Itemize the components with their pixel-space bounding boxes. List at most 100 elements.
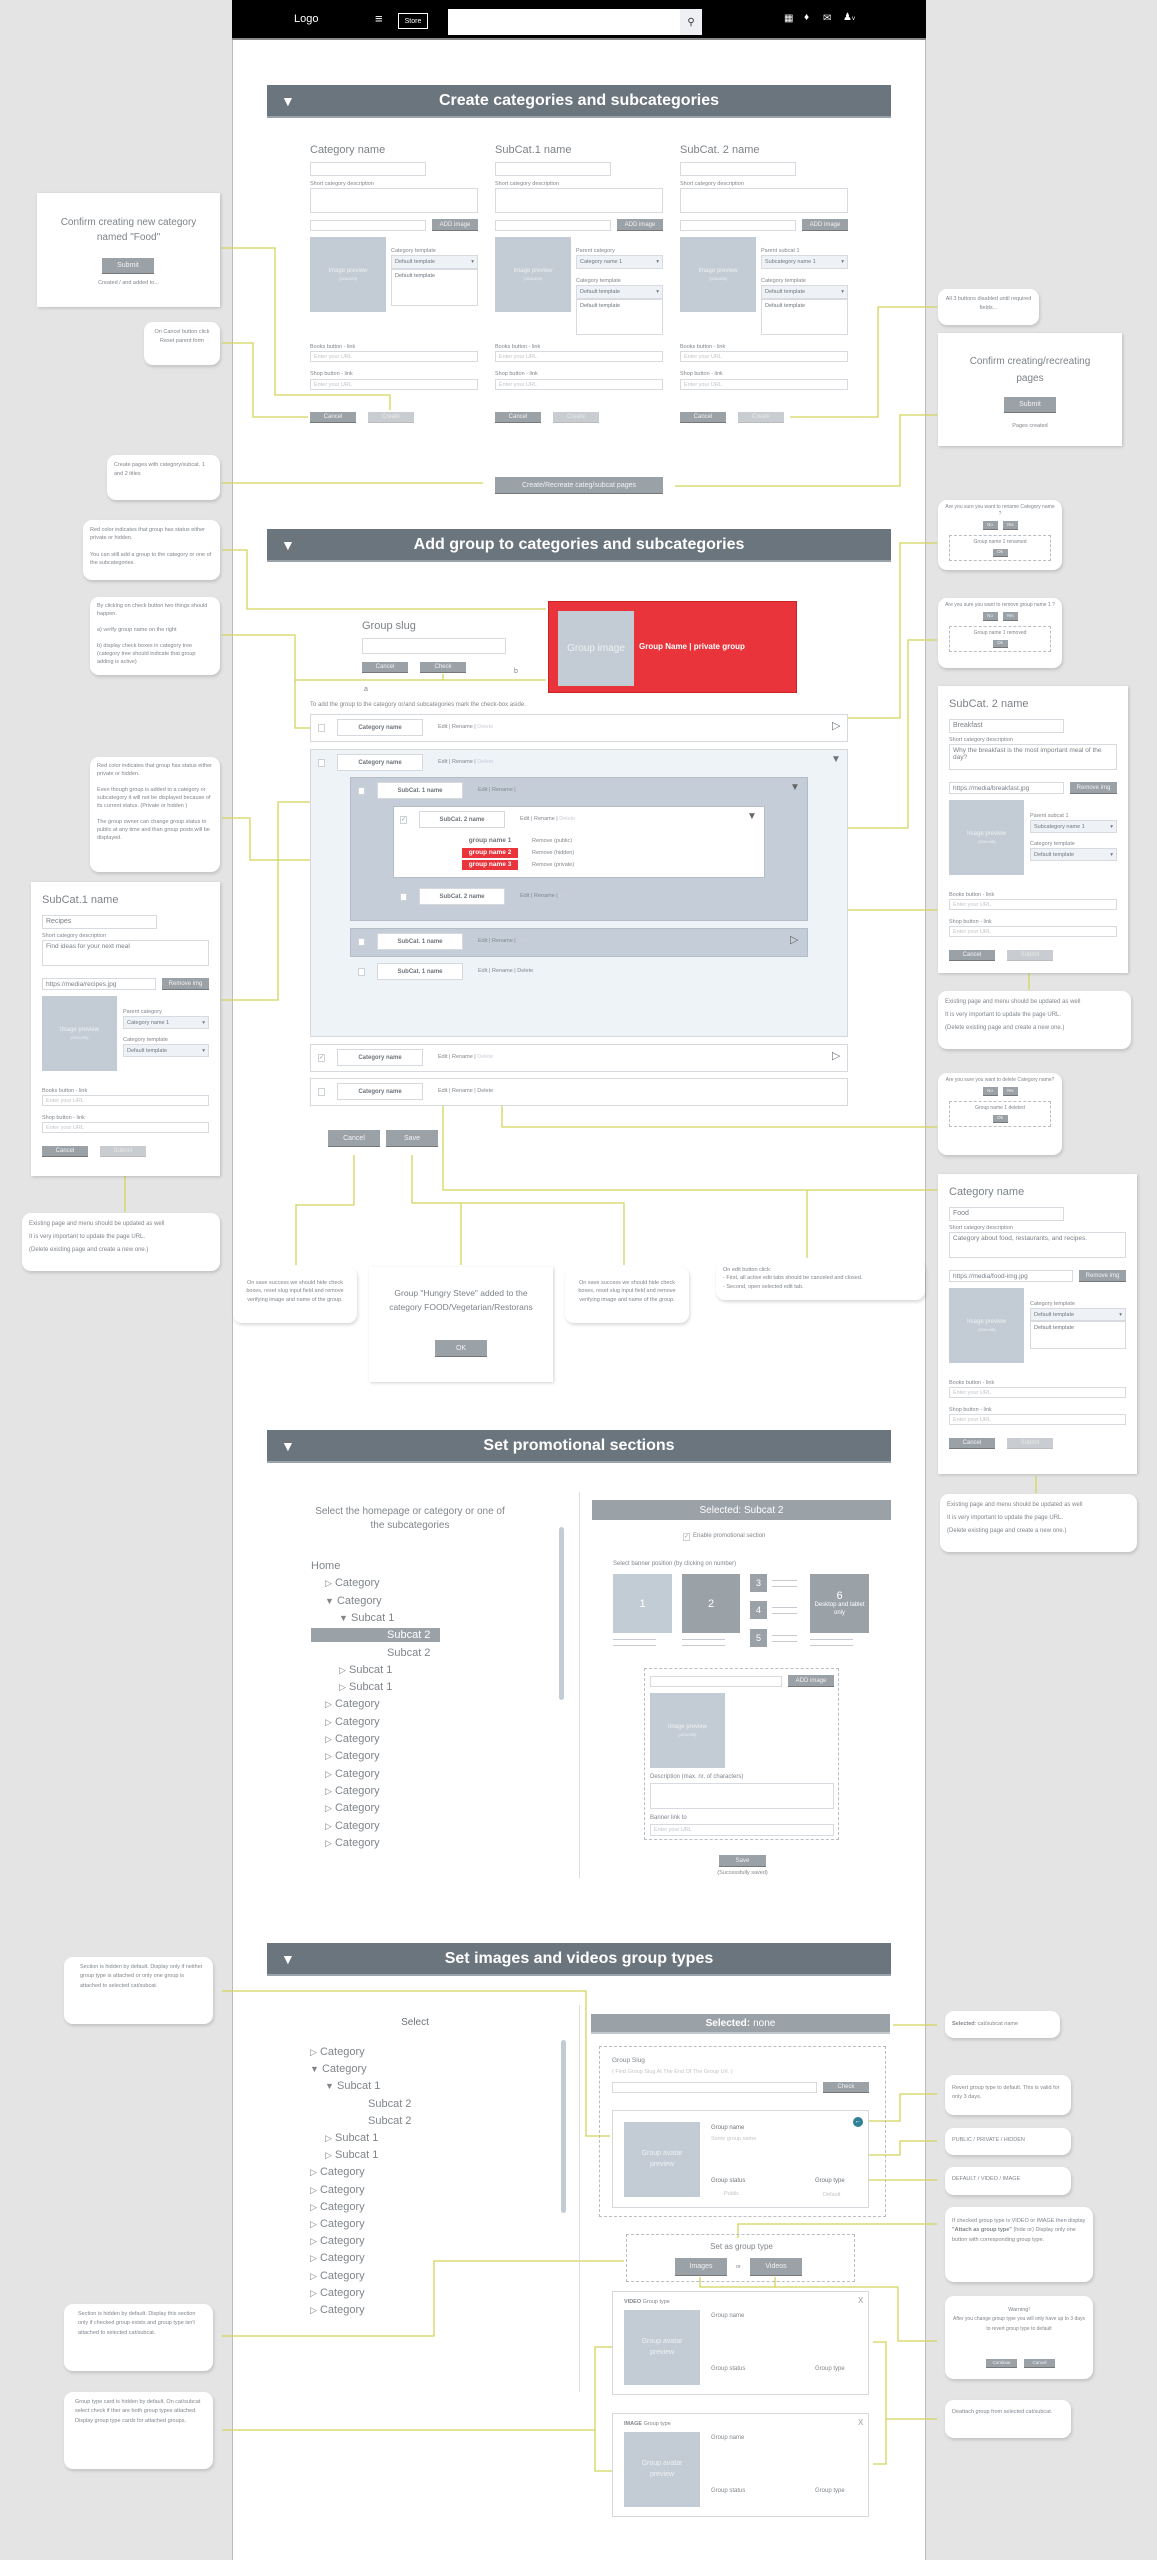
books-link-input[interactable]: Enter your URL [949,899,1117,910]
tree-item[interactable]: ▼ Category [325,1595,382,1607]
shop-link-input[interactable]: Enter your URL [310,379,478,390]
expand-triangle-icon[interactable]: ▷ [325,1751,332,1761]
remove-image-button[interactable]: Remove img [162,978,209,990]
submit-button[interactable]: Submit [1007,1438,1053,1449]
tree-item[interactable]: ▷ Subcat 1 [339,1681,392,1693]
yes-button[interactable]: Yes [1002,521,1018,530]
scrollbar[interactable] [559,1527,564,1700]
expand-triangle-icon[interactable]: ▷ [325,1821,332,1831]
expand-triangle-icon[interactable]: ▷ [325,1578,332,1588]
rename-link[interactable]: Rename [534,816,555,822]
row-checkbox[interactable] [358,968,365,976]
expand-triangle-icon[interactable]: ▷ [310,2219,317,2229]
tree-item[interactable]: ▷ Category [310,2046,365,2058]
create-button[interactable]: Create [368,412,414,423]
row-checkbox[interactable] [358,787,365,795]
books-link-input[interactable]: Enter your URL [310,351,478,362]
create-button[interactable]: Create [553,412,599,423]
tree-item[interactable]: ▼ Subcat 1 [325,2080,380,2092]
expand-triangle-icon[interactable]: ▷ [325,1786,332,1796]
tree-item[interactable]: ▷ Category [325,1837,380,1849]
expand-triangle-icon[interactable]: ▷ [325,1699,332,1709]
enable-promo-checkbox[interactable]: ✓ [683,1533,690,1541]
tree-item[interactable]: ▷ Category [310,2166,365,2178]
tree-item[interactable]: ▷ Category [310,2201,365,2213]
shop-link-input[interactable]: Enter your URL [680,379,848,390]
name-input[interactable]: Breakfast [949,719,1064,733]
shop-link-input[interactable]: Enter your URL [42,1122,209,1133]
tree-item[interactable]: ▷ Category [310,2218,365,2230]
tree-item[interactable]: ▷ Category [325,1716,380,1728]
books-link-input[interactable]: Enter your URL [42,1095,209,1106]
books-link-input[interactable]: Enter your URL [949,1387,1126,1398]
no-button[interactable]: No [982,612,998,621]
delete-link[interactable]: Delete [559,816,575,822]
name-input[interactable]: Recipes [42,915,157,929]
select-dropdown[interactable]: Default template ▾ [761,285,848,299]
rename-link[interactable]: Rename [534,893,555,899]
submit-button[interactable]: Submit [102,258,154,274]
revert-icon[interactable]: ← [853,2117,863,2127]
image-url-input[interactable]: https://media/recipes.jpg [42,978,156,990]
expand-triangle-icon[interactable]: ▷ [310,2236,317,2246]
rename-link[interactable]: Rename [492,968,513,974]
image-url-input[interactable] [310,220,426,231]
shop-link-input[interactable]: Enter your URL [949,926,1117,937]
description-textarea[interactable] [680,188,848,213]
tree-item[interactable]: Subcat 2 [368,2115,411,2127]
row-checkbox[interactable] [318,1088,325,1096]
image-url-input[interactable]: https://media/breakfast.jpg [949,782,1064,794]
edit-link[interactable]: Edit [478,968,487,974]
tree-item[interactable]: ▷ Category [325,1698,380,1710]
row-checkbox[interactable] [318,724,325,732]
no-button[interactable]: No [982,1087,998,1096]
add-image-button[interactable]: ADD image [432,219,478,231]
edit-link[interactable]: Edit [438,1088,447,1094]
delete-link[interactable]: Delete [517,787,533,793]
description-textarea[interactable] [650,1783,834,1809]
tree-item[interactable]: ▼ Subcat 1 [339,1612,394,1624]
banner-position-6[interactable]: 6 Desktop and tablet only [810,1574,869,1633]
expand-triangle-icon[interactable]: ▷ [832,719,840,732]
description-textarea[interactable]: Why the breakfast is the most important … [949,744,1117,770]
select-dropdown[interactable]: Default template ▾ [1030,848,1117,861]
save-button[interactable]: Save [386,1130,438,1147]
ok-button[interactable]: Ok [992,640,1008,648]
scrollbar[interactable] [561,2040,566,2213]
delete-link[interactable]: Delete [477,1054,493,1060]
cancel-button[interactable]: Cancel [949,950,995,961]
image-url-input[interactable] [495,220,611,231]
tree-item[interactable]: ▷ Category [325,1577,380,1589]
tree-item[interactable]: ▷ Category [325,1820,380,1832]
tree-item[interactable]: ▷ Category [325,1733,380,1745]
ok-button[interactable]: OK [435,1340,487,1357]
row-checkbox[interactable] [400,893,407,901]
expand-triangle-icon[interactable]: ▷ [339,1665,346,1675]
edit-link[interactable]: Edit [438,1054,447,1060]
expand-triangle-icon[interactable]: ▷ [310,2271,317,2281]
tree-item[interactable]: Home [311,1560,340,1572]
add-image-button[interactable]: ADD image [788,1675,834,1687]
remove-link[interactable]: Remove [532,850,552,856]
tree-item[interactable]: ▷ Subcat 1 [325,2132,378,2144]
cancel-button[interactable]: Cancel [680,412,726,423]
expand-triangle-icon[interactable]: ▷ [339,1682,346,1692]
rename-link[interactable]: Rename [492,787,513,793]
tree-item[interactable]: ▷ Category [310,2304,365,2316]
images-button[interactable]: Images [675,2258,727,2276]
expand-triangle-icon[interactable]: ▷ [310,2167,317,2177]
name-input[interactable]: Food [949,1207,1064,1221]
list-item[interactable]: Default template [765,303,844,309]
name-input[interactable] [310,162,426,176]
slug-cancel-button[interactable]: Cancel [362,662,408,673]
yes-button[interactable]: Yes [1002,612,1018,621]
description-textarea[interactable] [495,188,663,213]
create-button[interactable]: Create [738,412,784,423]
expand-triangle-icon[interactable]: ▷ [325,1769,332,1779]
list-item[interactable]: Default template [1034,1325,1122,1331]
select-dropdown[interactable]: Default template ▾ [123,1044,209,1057]
rename-link[interactable]: Rename [452,724,473,730]
submit-button[interactable]: Submit [1007,950,1053,961]
tree-item[interactable]: ▷ Category [325,1750,380,1762]
close-icon[interactable]: X [858,2418,863,2427]
